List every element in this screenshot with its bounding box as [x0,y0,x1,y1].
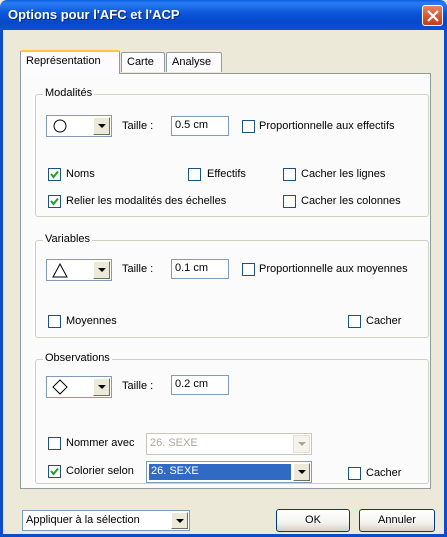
colorier-label: Colorier selon [66,465,134,477]
tab-analyse[interactable]: Analyse [166,52,222,72]
observations-shape-dropdown[interactable] [93,378,110,396]
title-bar[interactable]: Options pour l'AFC et l'ACP [0,0,447,30]
variables-shape-select[interactable] [46,259,112,281]
window-title: Options pour l'AFC et l'ACP [8,7,180,22]
cacher-colonnes-label: Cacher les colonnes [301,195,401,207]
cancel-button-label: Annuler [378,514,416,526]
close-button[interactable] [422,5,443,26]
tab-analyse-label: Analyse [172,56,212,68]
nommer-label: Nommer avec [66,437,135,449]
variables-cacher-checkbox[interactable] [348,315,361,328]
observations-taille-input[interactable]: 0.2 cm [171,375,229,395]
chevron-down-icon [298,442,306,446]
variables-shape-dropdown[interactable] [93,261,110,279]
check-icon [50,467,59,476]
chevron-down-icon [98,268,106,272]
variables-prop-checkbox[interactable] [242,263,255,276]
observations-taille-label: Taille : [122,380,154,392]
relier-checkbox[interactable] [48,195,61,208]
nommer-dropdown[interactable] [293,435,310,453]
apply-scope-dropdown[interactable] [171,512,188,529]
tab-carte-label: Carte [127,56,154,68]
chevron-down-icon [98,385,106,389]
observations-cacher-label: Cacher [366,467,402,479]
triangle-shape-icon [52,263,68,278]
cacher-lignes-label: Cacher les lignes [301,168,386,180]
observations-cacher-checkbox[interactable] [348,467,361,480]
modalites-shape-dropdown[interactable] [93,117,110,135]
variables-taille-label: Taille : [122,263,154,275]
modalites-shape-select[interactable] [46,115,112,137]
ok-button-label: OK [305,514,321,526]
modalites-prop-label: Proportionnelle aux effectifs [259,120,395,132]
cacher-colonnes-checkbox[interactable] [283,195,296,208]
diamond-shape-icon [52,379,68,395]
chevron-down-icon [98,124,106,128]
modalites-title: Modalités [43,87,95,99]
effectifs-label: Effectifs [207,168,246,180]
colorier-select-value: 26. SEXE [149,464,291,480]
check-icon [50,170,59,179]
relier-label: Relier les modalités des échelles [66,195,227,207]
modalites-prop-checkbox[interactable] [242,120,255,133]
noms-checkbox[interactable] [48,168,61,181]
nommer-checkbox[interactable] [48,437,61,450]
moyennes-checkbox[interactable] [48,315,61,328]
variables-prop-label: Proportionnelle aux moyennes [259,263,408,275]
ok-button[interactable]: OK [276,509,350,532]
tab-carte[interactable]: Carte [121,52,165,72]
variables-title: Variables [43,233,93,245]
colorier-select[interactable]: 26. SEXE [146,461,312,483]
nommer-select[interactable]: 26. SEXE [146,433,312,455]
observations-shape-select[interactable] [46,376,112,398]
chevron-down-icon [176,519,184,523]
effectifs-checkbox[interactable] [188,168,201,181]
apply-scope-value: Appliquer à la sélection [26,514,140,526]
tab-representation-label: Représentation [26,55,101,67]
modalites-taille-label: Taille : [122,120,154,132]
tab-representation[interactable]: Représentation [20,50,120,74]
circle-shape-icon [53,119,67,133]
apply-scope-select[interactable]: Appliquer à la sélection [22,510,190,531]
observations-title: Observations [43,352,112,364]
check-icon [50,197,59,206]
chevron-down-icon [298,470,306,474]
modalites-taille-input[interactable]: 0.5 cm [171,116,229,136]
moyennes-label: Moyennes [66,315,117,327]
colorier-dropdown[interactable] [293,463,310,481]
noms-label: Noms [66,168,95,180]
nommer-select-value: 26. SEXE [150,437,198,449]
cacher-lignes-checkbox[interactable] [283,168,296,181]
variables-cacher-label: Cacher [366,315,402,327]
variables-taille-input[interactable]: 0.1 cm [171,259,229,279]
colorier-checkbox[interactable] [48,465,61,478]
cancel-button[interactable]: Annuler [359,509,435,532]
close-icon [427,10,439,22]
